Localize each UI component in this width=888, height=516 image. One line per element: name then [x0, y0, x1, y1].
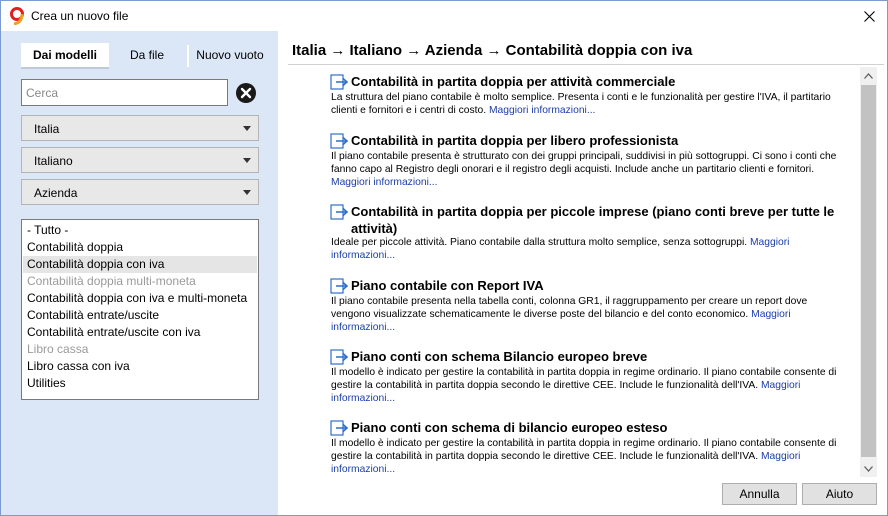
- template-title[interactable]: Piano conti con schema Bilancio europeo …: [351, 348, 647, 365]
- template-description: Il modello è indicato per gestire la con…: [331, 437, 843, 476]
- category-item-disabled: Contabilità doppia multi-moneta: [27, 274, 196, 288]
- category-item[interactable]: Libro cassa con iva: [23, 358, 257, 375]
- language-dropdown[interactable]: Italiano: [21, 147, 259, 173]
- language-value: Italiano: [34, 154, 73, 168]
- category-item[interactable]: - Tutto -: [23, 222, 257, 239]
- header-divider: [288, 64, 884, 65]
- more-info-link[interactable]: Maggiori informazioni...: [489, 105, 595, 116]
- category-item[interactable]: Contabilità doppia con iva e multi-monet…: [23, 290, 257, 307]
- chevron-down-icon: [864, 465, 873, 472]
- template-title[interactable]: Contabilità in partita doppia per attivi…: [351, 73, 675, 90]
- chevron-down-icon: [243, 190, 251, 195]
- more-info-link[interactable]: Maggiori informazioni...: [331, 177, 437, 188]
- template-title[interactable]: Contabilità in partita doppia per libero…: [351, 132, 678, 149]
- chevron-down-icon: [243, 126, 251, 131]
- vertical-scrollbar[interactable]: [860, 67, 877, 477]
- template-list: Contabilità in partita doppia per attivi…: [278, 67, 858, 477]
- template-arrow-icon: [330, 74, 349, 90]
- category-item-selected[interactable]: Contabilità doppia con iva: [23, 256, 257, 273]
- template-description-text: Il piano contabile presenta è strutturat…: [331, 151, 837, 175]
- scroll-down-button[interactable]: [860, 460, 877, 477]
- type-value: Azienda: [34, 186, 78, 200]
- template-title[interactable]: Piano conti con schema di bilancio europ…: [351, 419, 667, 436]
- clear-search-icon[interactable]: [235, 82, 257, 104]
- source-tabs: Dai modelli Da file Nuovo vuoto: [21, 43, 264, 69]
- category-list[interactable]: - Tutto - Contabilità doppia Contabilità…: [21, 219, 259, 400]
- category-item[interactable]: Contabilità entrate/uscite con iva: [23, 324, 257, 341]
- tab-new-empty[interactable]: Nuovo vuoto: [191, 43, 269, 69]
- left-panel: Dai modelli Da file Nuovo vuoto Cerca It…: [1, 31, 278, 515]
- category-item-disabled: Libro cassa: [27, 342, 89, 356]
- template-title[interactable]: Contabilità in partita doppia per piccol…: [351, 203, 841, 237]
- cancel-button[interactable]: Annulla: [722, 483, 797, 505]
- window-title: Crea un nuovo file: [31, 9, 129, 23]
- help-button[interactable]: Aiuto: [802, 483, 877, 505]
- search-input[interactable]: Cerca: [21, 79, 228, 106]
- country-value: Italia: [34, 122, 60, 136]
- tab-from-templates[interactable]: Dai modelli: [21, 43, 109, 69]
- category-item[interactable]: Contabilità doppia: [23, 239, 257, 256]
- template-description: La struttura del piano contabile è molto…: [331, 91, 843, 117]
- scrollbar-thumb[interactable]: [861, 85, 876, 457]
- template-title[interactable]: Piano contabile con Report IVA: [351, 277, 544, 294]
- template-description: Il piano contabile presenta è strutturat…: [331, 150, 843, 189]
- tab-from-file[interactable]: Da file: [113, 43, 181, 69]
- scroll-up-button[interactable]: [860, 67, 877, 84]
- type-dropdown[interactable]: Azienda: [21, 179, 259, 205]
- template-description: Il piano contabile presenta nella tabell…: [331, 295, 843, 334]
- close-button[interactable]: [855, 3, 883, 29]
- chevron-up-icon: [864, 72, 873, 79]
- country-dropdown[interactable]: Italia: [21, 115, 259, 141]
- template-arrow-icon: [330, 278, 349, 294]
- template-description: Ideale per piccole attività. Piano conta…: [331, 236, 843, 262]
- template-arrow-icon: [330, 420, 349, 436]
- breadcrumb: Italia → Italiano → Azienda → Contabilit…: [292, 42, 693, 59]
- close-icon: [863, 10, 875, 22]
- template-description-text: Il piano contabile presenta nella tabell…: [331, 296, 808, 320]
- title-bar: Crea un nuovo file: [1, 1, 887, 31]
- category-item[interactable]: Contabilità entrate/uscite: [23, 307, 257, 324]
- template-arrow-icon: [330, 349, 349, 365]
- search-placeholder: Cerca: [26, 86, 59, 100]
- template-arrow-icon: [330, 133, 349, 149]
- category-item[interactable]: Utilities: [23, 375, 257, 392]
- tab-separator: [187, 45, 189, 67]
- template-description-text: Ideale per piccole attività. Piano conta…: [331, 237, 748, 248]
- right-panel: Italia → Italiano → Azienda → Contabilit…: [278, 31, 887, 515]
- template-arrow-icon: [330, 204, 349, 220]
- chevron-down-icon: [243, 158, 251, 163]
- new-file-dialog: Crea un nuovo file Dai modelli Da file N…: [0, 0, 888, 516]
- template-description: Il modello è indicato per gestire la con…: [331, 366, 843, 405]
- app-logo-icon: [10, 7, 24, 25]
